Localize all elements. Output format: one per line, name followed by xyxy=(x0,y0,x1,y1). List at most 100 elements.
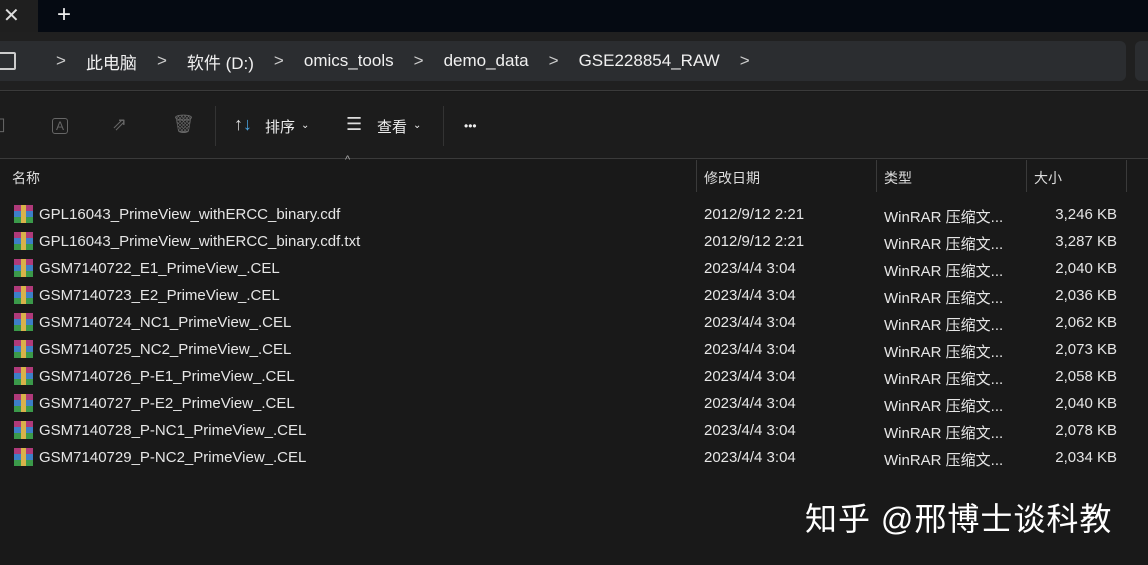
file-size: 2,078 KB xyxy=(1055,422,1117,439)
breadcrumb-gse[interactable]: GSE228854_RAW xyxy=(579,51,720,71)
file-row[interactable]: GSM7140724_NC1_PrimeView_.CEL 2023/4/4 3… xyxy=(0,309,1148,336)
file-name: GSM7140725_NC2_PrimeView_.CEL xyxy=(39,341,292,358)
winrar-archive-icon xyxy=(14,205,33,223)
file-row[interactable]: GPL16043_PrimeView_withERCC_binary.cdf 2… xyxy=(0,201,1148,228)
file-row[interactable]: GSM7140725_NC2_PrimeView_.CEL 2023/4/4 3… xyxy=(0,336,1148,363)
winrar-archive-icon xyxy=(14,448,33,466)
divider xyxy=(215,106,216,146)
share-icon[interactable]: ⇗ xyxy=(112,114,127,135)
file-row[interactable]: GSM7140723_E2_PrimeView_.CEL 2023/4/4 3:… xyxy=(0,282,1148,309)
file-date: 2023/4/4 3:04 xyxy=(704,287,796,304)
winrar-archive-icon xyxy=(14,313,33,331)
file-date: 2023/4/4 3:04 xyxy=(704,314,796,331)
command-bar: ▯ A ⇗ 🗑 ↑↓ 排序 ⌄ ☰ 查看 ⌄ ••• xyxy=(0,92,1148,159)
file-size: 2,040 KB xyxy=(1055,395,1117,412)
file-date: 2012/9/12 2:21 xyxy=(704,206,805,223)
title-bar: ✕ + xyxy=(0,0,1148,32)
sort-button[interactable]: 排序 xyxy=(265,116,295,137)
search-box[interactable] xyxy=(1135,41,1148,81)
file-row[interactable]: GPL16043_PrimeView_withERCC_binary.cdf.t… xyxy=(0,228,1148,255)
file-name: GSM7140724_NC1_PrimeView_.CEL xyxy=(39,314,292,331)
view-icon[interactable]: ☰ xyxy=(346,114,362,135)
chevron-right-icon[interactable]: > xyxy=(740,51,750,71)
chevron-down-icon: ⌄ xyxy=(413,120,422,131)
file-type: WinRAR 压缩文... xyxy=(884,263,1004,280)
file-name: GSM7140723_E2_PrimeView_.CEL xyxy=(39,287,280,304)
column-resizer[interactable] xyxy=(696,160,697,192)
file-type: WinRAR 压缩文... xyxy=(884,344,1004,361)
file-type: WinRAR 压缩文... xyxy=(884,371,1004,388)
file-name: GSM7140729_P-NC2_PrimeView_.CEL xyxy=(39,449,307,466)
address-bar[interactable]: > 此电脑 > 软件 (D:) > omics_tools > demo_dat… xyxy=(0,41,1126,81)
address-band: > 此电脑 > 软件 (D:) > omics_tools > demo_dat… xyxy=(0,32,1148,91)
column-resizer[interactable] xyxy=(876,160,877,192)
file-date: 2023/4/4 3:04 xyxy=(704,449,796,466)
winrar-archive-icon xyxy=(14,259,33,277)
breadcrumb-drive-d[interactable]: 软件 (D:) xyxy=(187,49,254,74)
file-row[interactable]: GSM7140722_E1_PrimeView_.CEL 2023/4/4 3:… xyxy=(0,255,1148,282)
file-type: WinRAR 压缩文... xyxy=(884,425,1004,442)
file-date: 2023/4/4 3:04 xyxy=(704,341,796,358)
breadcrumb-demo-data[interactable]: demo_data xyxy=(444,51,529,71)
delete-icon[interactable]: 🗑 xyxy=(172,114,195,135)
view-button[interactable]: 查看 xyxy=(377,116,407,137)
current-tab[interactable]: ✕ xyxy=(0,0,38,32)
file-date: 2023/4/4 3:04 xyxy=(704,395,796,412)
file-row[interactable]: GSM7140726_P-E1_PrimeView_.CEL 2023/4/4 … xyxy=(0,363,1148,390)
file-type: WinRAR 压缩文... xyxy=(884,398,1004,415)
sort-icon[interactable]: ↑↓ xyxy=(234,114,252,135)
chevron-right-icon[interactable]: > xyxy=(549,51,559,71)
file-date: 2012/9/12 2:21 xyxy=(704,233,805,250)
divider xyxy=(443,106,444,146)
chevron-right-icon[interactable]: > xyxy=(157,51,167,71)
file-type: WinRAR 压缩文... xyxy=(884,290,1004,307)
winrar-archive-icon xyxy=(14,367,33,385)
rename-icon[interactable]: A xyxy=(52,118,69,134)
sort-ascending-icon: ^ xyxy=(345,154,351,166)
paste-icon[interactable]: ▯ xyxy=(0,114,6,135)
file-type: WinRAR 压缩文... xyxy=(884,452,1004,469)
column-type[interactable]: 类型 xyxy=(884,168,912,188)
file-size: 2,062 KB xyxy=(1055,314,1117,331)
file-size: 3,287 KB xyxy=(1055,233,1117,250)
file-type: WinRAR 压缩文... xyxy=(884,236,1004,253)
more-options-button[interactable]: ••• xyxy=(464,119,477,133)
winrar-archive-icon xyxy=(14,340,33,358)
winrar-archive-icon xyxy=(14,286,33,304)
chevron-down-icon: ⌄ xyxy=(301,120,310,131)
new-tab-button[interactable]: + xyxy=(57,1,71,29)
breadcrumb-omics-tools[interactable]: omics_tools xyxy=(304,51,394,71)
file-size: 2,058 KB xyxy=(1055,368,1117,385)
file-type: WinRAR 压缩文... xyxy=(884,317,1004,334)
file-row[interactable]: GSM7140728_P-NC1_PrimeView_.CEL 2023/4/4… xyxy=(0,417,1148,444)
winrar-archive-icon xyxy=(14,421,33,439)
file-name: GSM7140727_P-E2_PrimeView_.CEL xyxy=(39,395,295,412)
file-name: GPL16043_PrimeView_withERCC_binary.cdf.t… xyxy=(39,233,361,250)
chevron-right-icon[interactable]: > xyxy=(414,51,424,71)
file-size: 2,034 KB xyxy=(1055,449,1117,466)
file-list: GPL16043_PrimeView_withERCC_binary.cdf 2… xyxy=(0,201,1148,471)
column-resizer[interactable] xyxy=(1126,160,1127,192)
column-resizer[interactable] xyxy=(1026,160,1027,192)
column-size[interactable]: 大小 xyxy=(1034,168,1062,188)
file-size: 2,040 KB xyxy=(1055,260,1117,277)
chevron-right-icon[interactable]: > xyxy=(274,51,284,71)
file-date: 2023/4/4 3:04 xyxy=(704,422,796,439)
file-name: GSM7140722_E1_PrimeView_.CEL xyxy=(39,260,280,277)
file-row[interactable]: GSM7140729_P-NC2_PrimeView_.CEL 2023/4/4… xyxy=(0,444,1148,471)
breadcrumb-this-pc[interactable]: 此电脑 xyxy=(86,49,137,74)
column-name[interactable]: 名称 xyxy=(12,168,40,188)
watermark: 知乎 @邢博士谈科教 xyxy=(805,501,1113,537)
file-date: 2023/4/4 3:04 xyxy=(704,368,796,385)
file-size: 2,036 KB xyxy=(1055,287,1117,304)
winrar-archive-icon xyxy=(14,394,33,412)
file-type: WinRAR 压缩文... xyxy=(884,209,1004,226)
column-date[interactable]: 修改日期 xyxy=(704,168,760,188)
column-header: 名称 ^ 修改日期 类型 大小 xyxy=(0,154,1148,192)
file-name: GPL16043_PrimeView_withERCC_binary.cdf xyxy=(39,206,341,223)
file-row[interactable]: GSM7140727_P-E2_PrimeView_.CEL 2023/4/4 … xyxy=(0,390,1148,417)
winrar-archive-icon xyxy=(14,232,33,250)
file-name: GSM7140726_P-E1_PrimeView_.CEL xyxy=(39,368,295,385)
chevron-right-icon[interactable]: > xyxy=(56,51,66,71)
close-tab-icon[interactable]: ✕ xyxy=(3,3,20,28)
